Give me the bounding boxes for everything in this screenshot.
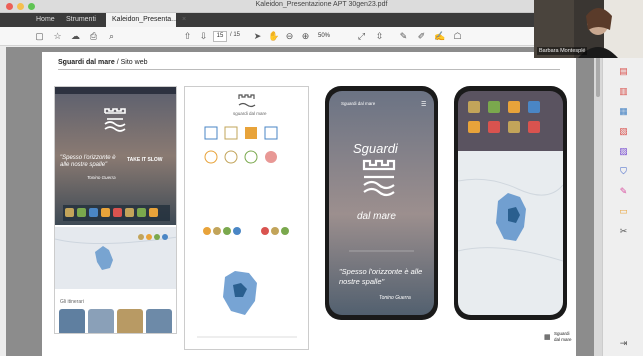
edit-pdf-icon[interactable]: ▥ <box>618 86 629 96</box>
zoom-out-icon[interactable]: ⊖ <box>284 31 295 42</box>
footer-logo-icon: ▦ <box>544 334 551 341</box>
comment-icon[interactable]: ✎ <box>398 31 409 42</box>
pdf-page: Sguardi dal mare / Sito web "Spesso l'or… <box>42 52 576 356</box>
create-pdf-tool-icon[interactable]: ▦ <box>618 106 629 116</box>
combine-files-icon[interactable]: ▧ <box>618 126 629 136</box>
phone-quote: "Spesso l'orizzonte è alle nostre spalle… <box>339 267 423 286</box>
footer-logo-line2: dal mare <box>554 337 572 342</box>
hero-tagline: TAKE IT SLOW <box>127 157 163 163</box>
hamburger-menu-icon[interactable]: ☰ <box>421 101 426 108</box>
vertical-scrollbar[interactable] <box>594 47 602 356</box>
phone-map-graphic <box>458 91 563 315</box>
page-total: / 15 <box>230 32 241 38</box>
phone-quote-author: Tonino Guerra <box>379 295 411 301</box>
print-icon[interactable]: ⎙ <box>88 31 99 42</box>
bookmark-star-icon[interactable]: ☆ <box>52 31 63 42</box>
breadcrumb-sub: / Sito web <box>114 59 148 66</box>
participant-name: Barbara Montesplé <box>537 47 588 55</box>
phone-map-screen <box>458 91 563 315</box>
comment-tool-icon[interactable]: ▭ <box>618 206 629 216</box>
phone-brand-line2: dal mare <box>357 211 396 222</box>
scroll-thumb[interactable] <box>596 57 600 97</box>
organize-pages-icon[interactable]: ▨ <box>618 146 629 156</box>
brand-guide-graphic <box>197 94 297 338</box>
right-tools-sidebar: ▤ ▥ ▦ ▧ ▨ ⛉ ✎ ▭ ✂ ⇥ <box>602 58 643 356</box>
tab-strumenti[interactable]: Strumenti <box>60 13 102 27</box>
footer-logo: ▦ Sguardi dal mare <box>544 331 574 345</box>
fit-page-icon[interactable]: ⤢ <box>356 31 367 42</box>
footer-logo-line1: Sguardi <box>554 331 570 336</box>
website-mockup-graphic <box>55 87 176 333</box>
close-tab-icon[interactable]: × <box>182 16 186 23</box>
collapse-panel-icon[interactable]: ⇥ <box>618 338 629 348</box>
hero-quote-author: Tonino Guerra <box>87 175 116 180</box>
brand-name: sguardi dal mare <box>233 111 267 116</box>
next-page-icon[interactable]: ⇩ <box>198 31 209 42</box>
tab-home[interactable]: Home <box>30 13 61 27</box>
scroll-mode-icon[interactable]: ⇳ <box>374 31 385 42</box>
phone-mockup-home: Sguardi dal mare ☰ Sguardi dal mare "Spe… <box>325 86 438 320</box>
itineraries-label: Gli itinerari <box>60 299 84 305</box>
export-pdf-icon[interactable]: ▤ <box>618 66 629 76</box>
phone-brand-line1: Sguardi <box>353 141 398 156</box>
pdf-viewer-window: Kaleidon_Presentazione APT 30gen23.pdf H… <box>0 0 643 356</box>
upload-cloud-icon[interactable]: ☁ <box>70 31 81 42</box>
heading-divider <box>58 69 560 70</box>
phone-mockup-map <box>454 86 567 320</box>
protect-icon[interactable]: ⛉ <box>618 166 629 176</box>
highlight-icon[interactable]: ✍ <box>434 31 445 42</box>
fill-sign-icon[interactable]: ✎ <box>618 186 629 196</box>
zoom-level[interactable]: 50% <box>318 31 340 42</box>
breadcrumb-main: Sguardi dal mare <box>58 59 115 66</box>
document-area: Sguardi dal mare / Sito web "Spesso l'or… <box>6 47 594 356</box>
zoom-in-icon[interactable]: ⊕ <box>300 31 311 42</box>
page-heading: Sguardi dal mare / Sito web <box>58 59 147 66</box>
more-tools-icon[interactable]: ✂ <box>618 226 629 236</box>
page-number-input[interactable]: 15 <box>213 31 227 42</box>
stamp-icon[interactable]: ☖ <box>452 31 463 42</box>
website-mockup-panel: "Spesso l'orizzonte è alle nostre spalle… <box>54 86 177 334</box>
phone-menu-label: Sguardi dal mare <box>341 101 376 106</box>
search-icon[interactable]: ⌕ <box>106 31 117 42</box>
webcam-overlay: Barbara Montesplé <box>534 0 643 58</box>
hero-quote: "Spesso l'orizzonte è alle nostre spalle… <box>60 155 116 168</box>
pen-icon[interactable]: ✐ <box>416 31 427 42</box>
select-cursor-icon[interactable]: ➤ <box>252 31 263 42</box>
tab-document[interactable]: Kaleidon_Presenta... × <box>106 13 186 27</box>
hand-tool-icon[interactable]: ✋ <box>268 31 279 42</box>
brand-guide-panel: sguardi dal mare <box>184 86 309 350</box>
tab-document-label: Kaleidon_Presenta... <box>112 16 177 23</box>
create-pdf-icon[interactable]: ▢ <box>34 31 45 42</box>
phone-home-screen: Sguardi dal mare ☰ Sguardi dal mare "Spe… <box>329 91 434 315</box>
prev-page-icon[interactable]: ⇧ <box>182 31 193 42</box>
